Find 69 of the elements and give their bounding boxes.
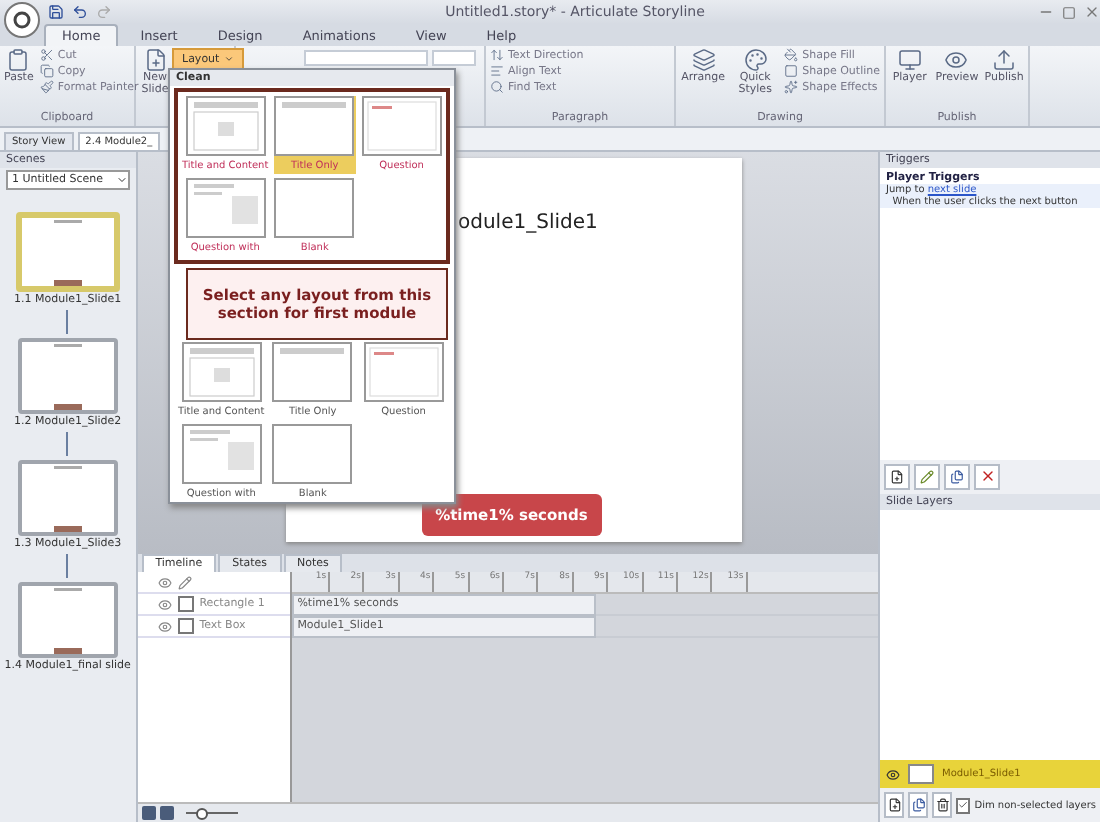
lock-checkbox[interactable]: [177, 596, 194, 612]
upload-icon: [992, 48, 1017, 72]
stop-button[interactable]: [159, 806, 174, 820]
layout-thumbnail: [181, 342, 262, 402]
copy-icon: [950, 469, 964, 483]
slide-thumbnail[interactable]: [17, 460, 118, 536]
search-icon: [490, 80, 504, 94]
slide-thumbnail[interactable]: [17, 582, 118, 658]
slide-thumbnail[interactable]: [15, 212, 120, 292]
eye-icon[interactable]: [157, 619, 172, 633]
caret-icon: [223, 54, 234, 64]
square-icon: [784, 64, 799, 78]
layers-icon: [691, 48, 716, 72]
app-logo-icon[interactable]: [4, 2, 40, 38]
font-field[interactable]: [304, 50, 428, 66]
copy-icon: [39, 64, 54, 78]
sparkles-icon: [784, 80, 799, 94]
check-icon: [958, 800, 969, 810]
font-size-field[interactable]: [432, 50, 476, 66]
layout-thumbnail: [272, 342, 353, 402]
copy-icon: [911, 798, 926, 812]
button-shape-icon: [53, 526, 82, 532]
new-page-icon: [890, 469, 904, 483]
maximize-icon[interactable]: [1062, 5, 1076, 19]
layout-thumbnail: [181, 424, 262, 484]
up-down-arrows-icon: [490, 48, 504, 62]
duplicate-layer-button[interactable]: [908, 792, 929, 818]
delete-icon: [979, 468, 995, 484]
delete-trigger-button[interactable]: [974, 463, 1000, 489]
dim-checkbox[interactable]: [956, 797, 971, 813]
layout-thumbnail: [274, 96, 355, 156]
slide-thumbnail[interactable]: [17, 338, 118, 414]
layout-thumbnail: [274, 178, 355, 238]
scissors-icon: [39, 48, 54, 62]
save-icon[interactable]: [48, 4, 64, 20]
eye-icon: [944, 48, 969, 72]
button-shape-icon: [53, 404, 82, 410]
layout-thumbnail: [361, 96, 442, 156]
pencil-icon: [920, 469, 934, 483]
copy-trigger-button[interactable]: [944, 463, 970, 489]
paintbrush-icon: [39, 80, 54, 94]
new-page-icon: [887, 798, 902, 812]
eye-icon[interactable]: [157, 597, 172, 611]
layer-thumbnail: [908, 764, 934, 784]
button-shape-icon: [53, 648, 82, 654]
paint-bucket-icon: [784, 48, 799, 62]
monitor-icon: [897, 48, 922, 72]
palette-icon: [743, 48, 768, 72]
undo-icon[interactable]: [72, 4, 88, 20]
new-layer-button[interactable]: [884, 792, 905, 818]
zoom-slider-thumb[interactable]: [196, 808, 209, 820]
layout-thumbnail: [185, 96, 266, 156]
button-shape-icon: [53, 280, 82, 286]
layout-thumbnail: [272, 424, 353, 484]
align-left-icon: [490, 64, 504, 78]
pencil-icon[interactable]: [177, 575, 192, 589]
close-icon[interactable]: [1084, 4, 1100, 20]
layout-thumbnail: [363, 342, 444, 402]
layout-thumbnail: [185, 178, 266, 238]
lock-checkbox[interactable]: [177, 618, 194, 634]
clipboard-icon: [6, 48, 31, 72]
eye-icon[interactable]: [157, 575, 172, 589]
new-page-icon: [143, 48, 167, 72]
play-button[interactable]: [141, 806, 156, 820]
eye-icon: [886, 767, 900, 781]
delete-layer-button[interactable]: [932, 792, 953, 818]
slide-title: odule1_Slide1: [458, 212, 598, 234]
trash-icon: [935, 798, 950, 812]
new-trigger-button[interactable]: [884, 463, 910, 489]
